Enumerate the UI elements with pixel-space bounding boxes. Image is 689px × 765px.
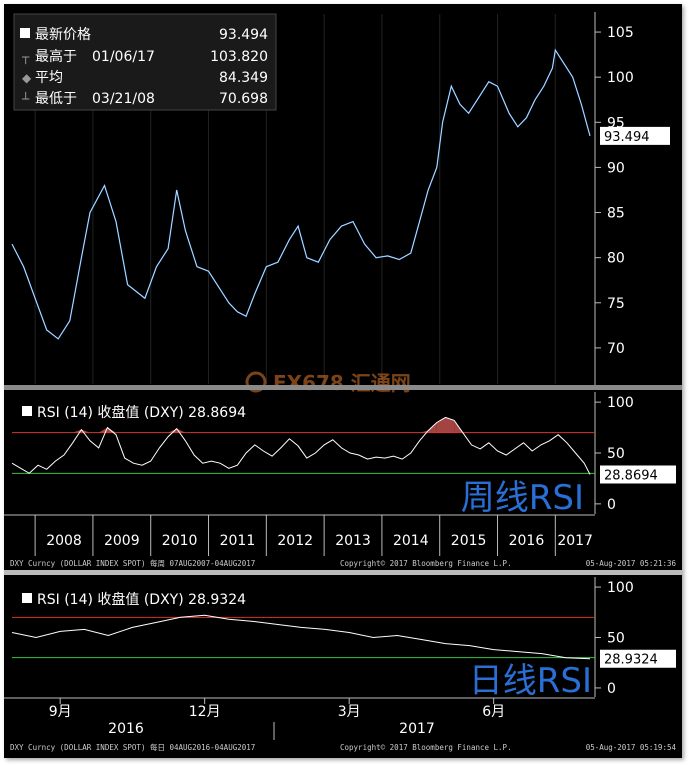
bloomberg-chart: 707580859095100105 FX678 汇通网 最新价格 93.494…	[4, 12, 682, 752]
price-y-tick-label: 85	[607, 206, 625, 222]
daily-rsi-last-value-text: 28.9324	[604, 653, 658, 668]
daily-rsi-y-tick-label: 50	[607, 631, 625, 647]
daily-rsi-legend: RSI (14) 收盘值 (DXY) 28.9324	[37, 591, 246, 608]
weekly-footer-right: 05-Aug-2017 05:21:36	[586, 559, 677, 568]
daily-x-tick-group: 9月 12月 3月 6月	[49, 698, 505, 720]
daily-year-label-2017: 2017	[399, 721, 435, 737]
daily-x-tick-label: 12月	[189, 704, 221, 720]
weekly-x-tick-label: 2015	[451, 533, 487, 549]
daily-x-axis: 9月 12月 3月 6月 2016 2017 DXY Curncy (DOLLAR I…	[4, 697, 677, 752]
weekly-x-tick-label: 2008	[46, 533, 82, 549]
weekly-rsi-line	[11, 416, 591, 475]
daily-footer-right: 05-Aug-2017 05:19:54	[586, 743, 677, 752]
chart-frame: 70 75 80 85 90 95 100 105 FX678 汇通网 最新价格 93.494…	[4, 4, 682, 758]
price-y-tick-label: 75	[607, 296, 625, 312]
panel-separator-2	[4, 570, 682, 575]
daily-rsi-y-tick-label: 100	[607, 580, 634, 596]
legend-latest-value: 93.494	[219, 27, 268, 43]
weekly-rsi-legend-marker	[22, 406, 32, 416]
weekly-x-tick-label: 2013	[335, 533, 371, 549]
weekly-x-tick-label: 2014	[393, 533, 429, 549]
weekly-x-tick-label: 2012	[277, 533, 313, 549]
legend-avg-value: 84.349	[219, 70, 268, 86]
daily-rsi-legend-marker	[22, 593, 32, 603]
weekly-x-tick-label: 2009	[104, 533, 140, 549]
weekly-rsi-y-tick-label: 50	[607, 446, 625, 462]
price-y-tick-label: 70	[607, 341, 625, 357]
weekly-rsi-y-tick-label: 100	[607, 395, 634, 411]
legend-high-value: 103.820	[210, 49, 268, 65]
weekly-footer-left: DXY Curncy (DOLLAR INDEX SPOT) 每周 07AUG2…	[10, 558, 255, 568]
price-panel: 707580859095100105 FX678 汇通网 最新价格 93.494…	[11, 12, 670, 395]
weekly-x-axis: 2008 2009 2010 2011 2012 2013 2014 2015 2016 2017…	[4, 514, 682, 568]
legend-high-label: 最高于	[35, 48, 77, 65]
daily-rsi-panel: 0 50 100 RSI (14) 收盘值 (DXY) 28.9324 28.932…	[11, 577, 676, 701]
legend-low-date: 03/21/08	[92, 91, 155, 107]
price-y-ticks: 707580859095100105	[595, 25, 634, 357]
weekly-x-tick-label: 2017	[557, 533, 593, 549]
weekly-footer-center: Copyright© 2017 Bloomberg Finance L.P.	[340, 559, 512, 568]
daily-year-label-2016: 2016	[108, 721, 144, 737]
daily-footer-center: Copyright© 2017 Bloomberg Finance L.P.	[340, 743, 512, 752]
watermark-text: FX678 汇通网	[273, 371, 411, 395]
daily-footer-left: DXY Curncy (DOLLAR INDEX SPOT) 每日 04AUG2…	[10, 742, 255, 752]
legend-latest-label: 最新价格	[35, 27, 91, 43]
daily-x-tick-label: 9月	[49, 704, 72, 720]
daily-x-tick-label: 3月	[338, 704, 361, 720]
weekly-rsi-y-tick-label: 0	[607, 497, 616, 513]
daily-rsi-annotation: 日线RSI	[469, 661, 592, 701]
daily-rsi-y-tick-label: 0	[607, 681, 616, 697]
weekly-x-tick-label: 2016	[509, 533, 545, 549]
legend-avg-icon: ◆	[22, 71, 32, 85]
weekly-rsi-last-value-text: 28.8694	[604, 468, 658, 483]
weekly-rsi-panel: 0 50 100 RSI (14) 收盘值 (DXY) 28.8694 28.869…	[11, 392, 676, 518]
daily-rsi-y-ticks: 0 50 100	[595, 580, 634, 697]
legend-avg-label: 平均	[35, 70, 63, 86]
price-y-tick-label: 100	[607, 70, 634, 86]
legend-marker-latest	[20, 28, 30, 38]
price-y-tick-label: 80	[607, 251, 625, 267]
legend-low-value: 70.698	[219, 91, 268, 107]
price-last-value-text: 93.494	[604, 130, 650, 145]
daily-rsi-line	[11, 614, 591, 660]
legend-low-label: 最低于	[35, 91, 77, 107]
legend-high-date: 01/06/17	[92, 49, 155, 65]
watermark: FX678 汇通网	[245, 371, 411, 395]
weekly-rsi-annotation: 周线RSI	[461, 478, 584, 518]
weekly-x-tick-label: 2011	[220, 533, 256, 549]
weekly-rsi-legend: RSI (14) 收盘值 (DXY) 28.8694	[37, 404, 246, 421]
daily-x-tick-label: 6月	[482, 704, 505, 720]
weekly-x-tick-label: 2010	[162, 533, 198, 549]
price-y-tick-label: 105	[607, 25, 634, 41]
price-y-tick-label: 90	[607, 160, 625, 176]
panel-separator-1	[4, 385, 682, 390]
weekly-rsi-y-ticks: 0 50 100	[595, 395, 634, 513]
legend-low-icon: ┴	[21, 91, 30, 106]
legend-high-icon: ┬	[21, 50, 30, 64]
